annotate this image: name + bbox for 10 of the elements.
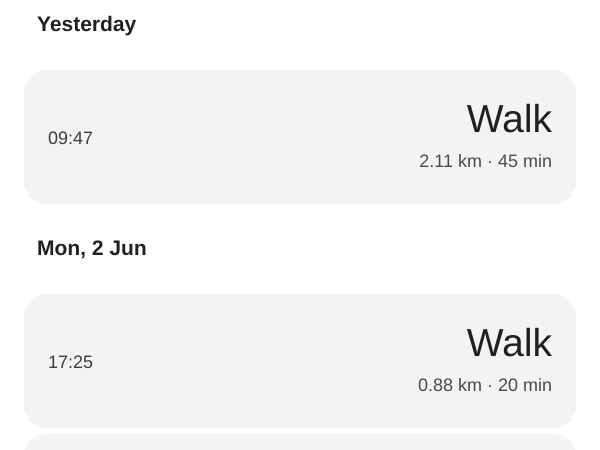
date-heading: Yesterday bbox=[37, 13, 136, 37]
activity-name: Walk bbox=[466, 322, 552, 366]
activity-card[interactable]: 09:47 Walk 2.11 km · 45 min bbox=[24, 70, 576, 204]
activity-name: Walk bbox=[466, 98, 552, 142]
activity-stats: 2.11 km · 45 min bbox=[419, 150, 552, 172]
date-heading: Mon, 2 Jun bbox=[37, 237, 147, 261]
activity-time: 17:25 bbox=[48, 352, 94, 372]
activity-time: 09:47 bbox=[48, 128, 94, 148]
activity-stats: 0.88 km · 20 min bbox=[418, 374, 552, 396]
activity-card[interactable]: 17:25 Walk 0.88 km · 20 min bbox=[24, 294, 576, 428]
